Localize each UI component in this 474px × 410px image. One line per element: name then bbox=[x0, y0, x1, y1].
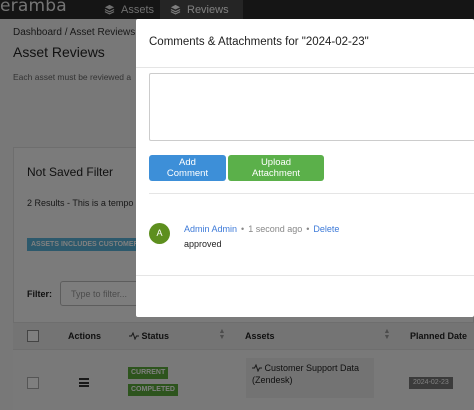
comment-text: approved bbox=[184, 239, 222, 249]
add-comment-button[interactable]: Add Comment bbox=[149, 155, 226, 181]
divider bbox=[136, 67, 474, 68]
comment-author[interactable]: Admin Admin bbox=[184, 224, 237, 234]
separator-dot: • bbox=[241, 224, 245, 234]
comment-meta: Admin Admin • 1 second ago • Delete bbox=[184, 224, 339, 234]
comment-time: 1 second ago bbox=[248, 224, 303, 234]
comment-textarea[interactable] bbox=[149, 73, 474, 141]
divider bbox=[149, 193, 474, 194]
modal-title: Comments & Attachments for "2024-02-23" bbox=[149, 36, 369, 48]
delete-comment-link[interactable]: Delete bbox=[313, 224, 339, 234]
comments-modal: Comments & Attachments for "2024-02-23" … bbox=[136, 19, 474, 317]
upload-attachment-button[interactable]: Upload Attachment bbox=[228, 155, 324, 181]
separator-dot: • bbox=[306, 224, 310, 234]
divider bbox=[136, 275, 474, 276]
avatar: A bbox=[149, 223, 170, 244]
